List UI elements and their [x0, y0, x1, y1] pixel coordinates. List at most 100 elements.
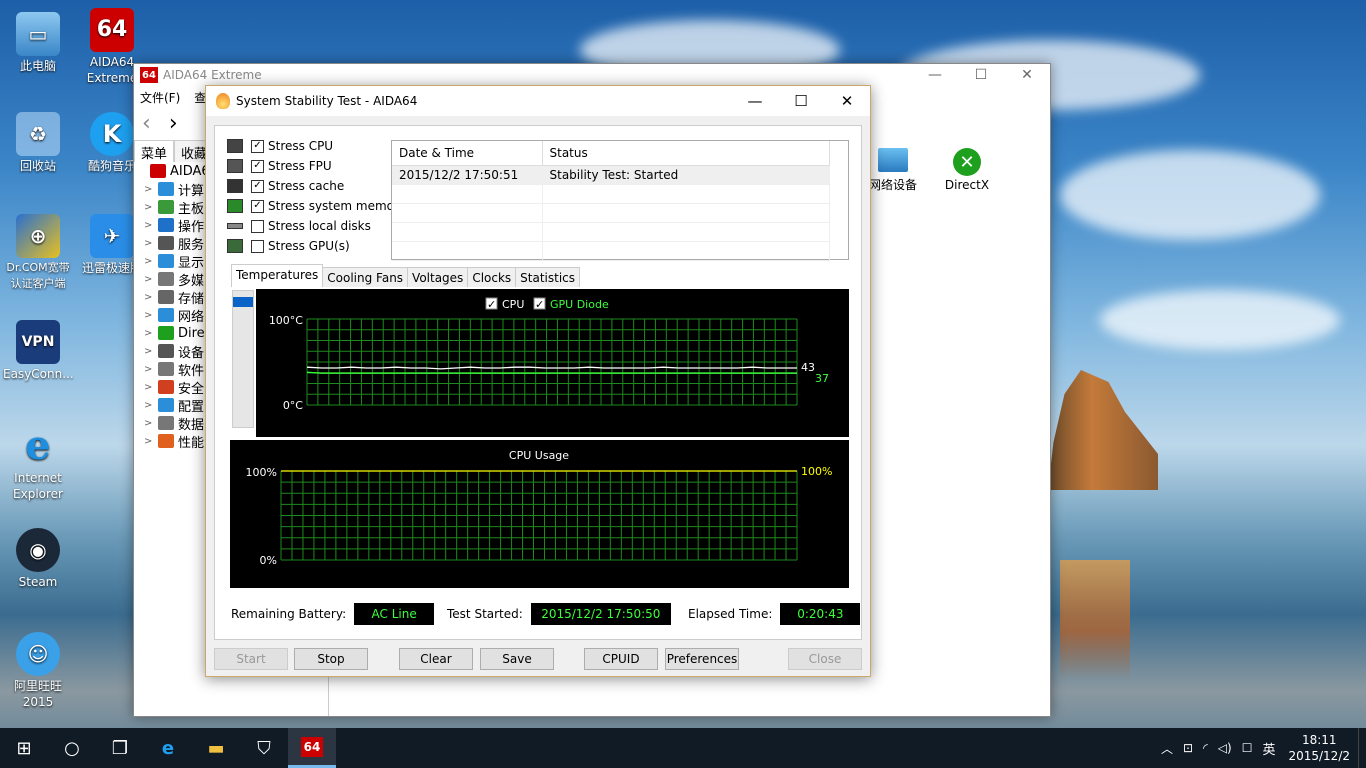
tree-item-label: 网络: [178, 309, 205, 325]
tab-clocks[interactable]: Clocks: [467, 267, 517, 287]
clear-button[interactable]: Clear: [399, 648, 473, 670]
directx-item[interactable]: ✕ DirectX: [932, 148, 1002, 192]
chevron-right-icon[interactable]: >: [144, 220, 158, 231]
col-date-time[interactable]: Date & Time: [392, 141, 543, 166]
chevron-right-icon[interactable]: >: [144, 310, 158, 321]
table-row[interactable]: 2015/12/2 17:50:51 Stability Test: Start…: [392, 165, 830, 185]
wallpaper-reflection: [1060, 560, 1130, 680]
wifi-icon[interactable]: ◜: [1198, 741, 1213, 755]
tab-statistics[interactable]: Statistics: [515, 267, 581, 287]
button-row: Start Stop Clear Save CPUID Preferences …: [206, 648, 870, 670]
preferences-button[interactable]: Preferences: [665, 648, 739, 670]
vpn-icon: VPN: [16, 320, 60, 364]
tab-menu[interactable]: 菜单: [134, 140, 175, 162]
tree-item-icon: [150, 164, 166, 178]
close-button[interactable]: ✕: [824, 86, 870, 116]
chevron-right-icon[interactable]: >: [144, 274, 158, 285]
y-tick-label: 100°C: [269, 314, 303, 327]
back-arrow-icon[interactable]: ‹: [142, 111, 151, 136]
start-button[interactable]: Start: [214, 648, 288, 670]
desktop-icon-easyconn[interactable]: VPN EasyConn...: [3, 320, 74, 382]
wallpaper-rock: [1048, 370, 1158, 490]
save-button[interactable]: Save: [480, 648, 554, 670]
close-dialog-button[interactable]: Close: [788, 648, 862, 670]
chevron-right-icon[interactable]: >: [144, 346, 158, 357]
chevron-right-icon[interactable]: >: [144, 202, 158, 213]
stop-button[interactable]: Stop: [294, 648, 368, 670]
tree-item-icon: [158, 362, 174, 376]
stress-checkbox[interactable]: ✓: [251, 199, 264, 213]
task-view-icon[interactable]: ❐: [96, 728, 144, 768]
tree-item-label: 显示: [178, 255, 205, 271]
stress-checkbox[interactable]: ✓: [251, 179, 264, 193]
maximize-button[interactable]: ☐: [958, 64, 1004, 86]
desktop-icon-ie[interactable]: e Internet Explorer: [3, 424, 73, 502]
desktop-icon-aliwangwang[interactable]: ☺ 阿里旺旺2015: [3, 632, 73, 710]
network-tray-icon[interactable]: ⊡: [1178, 741, 1198, 755]
chevron-right-icon[interactable]: >: [144, 382, 158, 393]
forward-arrow-icon[interactable]: ›: [169, 111, 178, 136]
event-log[interactable]: Date & Time Status 2015/12/2 17:50:51 St…: [391, 140, 849, 261]
ime-indicator[interactable]: 英: [1257, 739, 1280, 758]
menu-file[interactable]: 文件(F): [140, 89, 180, 106]
temperature-chart: 100°C 0°C 43 37 ✓ CPU ✓ GPU Diode: [256, 289, 849, 437]
flame-icon: [216, 93, 230, 109]
desktop-icon-label: Dr.COM宽带认证客户端: [6, 261, 70, 290]
stress-checkbox[interactable]: ✓: [251, 139, 264, 153]
hardware-icon: [227, 239, 243, 253]
chevron-right-icon[interactable]: >: [144, 184, 158, 195]
chevron-right-icon[interactable]: >: [144, 364, 158, 375]
test-started-label: Test Started:: [447, 607, 523, 621]
tree-item-label: 服务: [178, 237, 205, 253]
stability-test-window[interactable]: System Stability Test - AIDA64 — ☐ ✕ ✓ St…: [205, 85, 871, 677]
check-icon: ✓: [487, 298, 496, 311]
action-center-icon[interactable]: ☐: [1237, 741, 1258, 755]
stress-options: ✓ Stress CPU ✓ Stress FPU ✓ Stress cache ✓ Stre…: [227, 136, 406, 256]
clock[interactable]: 18:11 2015/12/2: [1280, 732, 1358, 764]
chevron-right-icon[interactable]: >: [144, 238, 158, 249]
hardware-icon: [227, 223, 243, 229]
chevron-up-icon[interactable]: ︿: [1156, 740, 1178, 757]
desktop-icon-this-pc[interactable]: ▭ 此电脑: [3, 12, 73, 74]
tab-cooling-fans[interactable]: Cooling Fans: [322, 267, 409, 287]
y-tick-label: 0%: [260, 554, 277, 567]
desktop-icon-drcom[interactable]: ⊕ Dr.COM宽带认证客户端: [3, 214, 73, 292]
maximize-button[interactable]: ☐: [778, 86, 824, 116]
close-button[interactable]: ✕: [1004, 64, 1050, 86]
show-desktop-button[interactable]: [1358, 728, 1366, 768]
start-button[interactable]: ⊞: [0, 728, 48, 768]
desktop-icon-recycle-bin[interactable]: ♻ 回收站: [3, 112, 73, 174]
cpuid-button[interactable]: CPUID: [584, 648, 658, 670]
stress-checkbox[interactable]: ✓: [251, 159, 264, 173]
chevron-right-icon[interactable]: >: [144, 436, 158, 447]
clock-time: 18:11: [1301, 733, 1337, 747]
internet-explorer-icon: e: [25, 422, 51, 469]
store-icon[interactable]: ⛉: [240, 728, 288, 768]
col-status[interactable]: Status: [542, 141, 830, 166]
aliwangwang-icon: ☺: [16, 632, 60, 676]
desktop-icon-label: Internet Explorer: [13, 471, 63, 501]
tree-item-label: 多媒: [178, 273, 205, 289]
stress-checkbox[interactable]: [251, 219, 264, 233]
chevron-right-icon[interactable]: >: [144, 418, 158, 429]
tab-voltages[interactable]: Voltages: [407, 267, 469, 287]
chevron-right-icon[interactable]: >: [144, 400, 158, 411]
search-icon[interactable]: ○: [48, 728, 96, 768]
chevron-right-icon[interactable]: >: [144, 256, 158, 267]
edge-browser-icon[interactable]: e: [144, 728, 192, 768]
desktop-icon-steam[interactable]: ◉ Steam: [3, 528, 73, 590]
tree-item-icon: [158, 434, 174, 448]
stress-checkbox[interactable]: [251, 239, 264, 253]
tab-temperatures[interactable]: Temperatures: [231, 264, 324, 287]
taskbar-aida64[interactable]: 64: [288, 728, 336, 768]
sensor-list-scroll[interactable]: [232, 290, 254, 428]
stress-option: ✓ Stress FPU: [227, 156, 406, 176]
aida64-icon: 64: [301, 736, 323, 757]
stress-label: Stress local disks: [268, 219, 371, 233]
minimize-button[interactable]: —: [912, 64, 958, 86]
chevron-right-icon[interactable]: >: [144, 328, 158, 339]
volume-icon[interactable]: ◁): [1213, 741, 1237, 755]
minimize-button[interactable]: —: [732, 86, 778, 116]
file-explorer-icon[interactable]: ▬: [192, 728, 240, 768]
chevron-right-icon[interactable]: >: [144, 292, 158, 303]
